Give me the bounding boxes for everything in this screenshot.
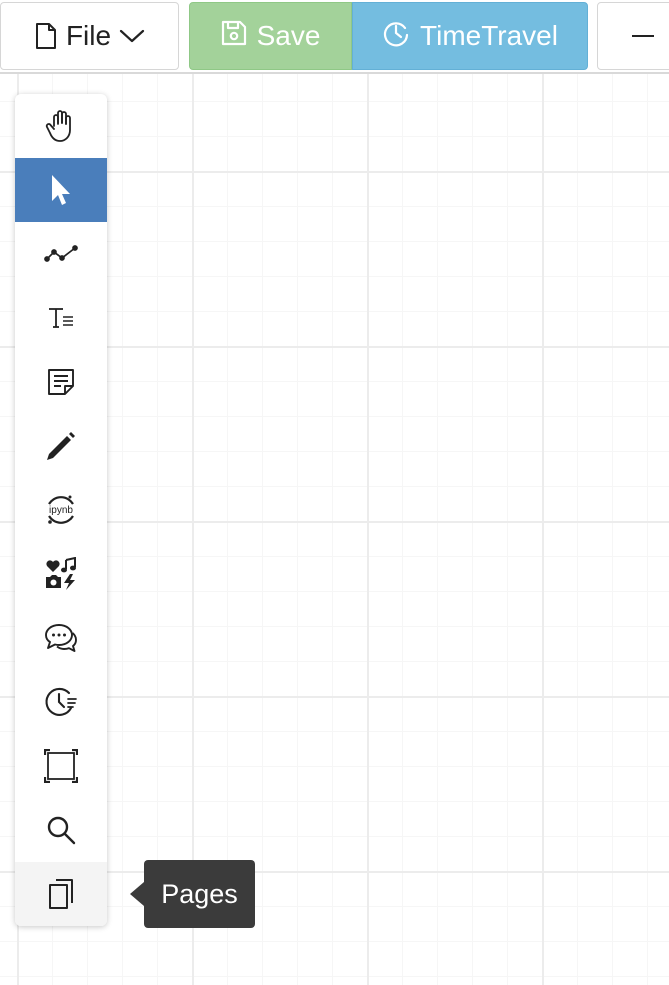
tool-palette: ipynb [15,94,107,926]
search-tool[interactable] [15,798,107,862]
frame-tool[interactable] [15,734,107,798]
connector-icon [44,244,78,264]
comment-icon [44,622,78,654]
pages-tool[interactable] [15,862,107,926]
zoom-out-button[interactable] [597,2,669,70]
hand-icon [45,109,77,143]
file-menu-button[interactable]: File [0,2,179,70]
minus-icon [632,35,654,37]
text-icon [47,306,75,330]
pages-tooltip: Pages [144,860,255,928]
save-label: Save [256,20,321,51]
history-tool[interactable] [15,670,107,734]
jupyter-tool[interactable]: ipynb [15,478,107,542]
file-icon [34,22,58,50]
file-menu-label: File [65,20,112,51]
pages-icon [47,878,75,910]
pencil-icon [45,430,77,462]
chevron-down-icon [119,28,145,44]
frame-icon [44,749,78,783]
pointer-icon [48,173,74,207]
hand-tool[interactable] [15,94,107,158]
clock-icon [382,19,410,54]
timetravel-button[interactable]: TimeTravel [352,2,588,70]
select-tool[interactable] [15,158,107,222]
note-icon [47,368,75,396]
pencil-tool[interactable] [15,414,107,478]
save-icon [221,20,247,53]
top-toolbar: File Save TimeTravel [0,0,669,74]
note-tool[interactable] [15,350,107,414]
connector-tool[interactable] [15,222,107,286]
comment-tool[interactable] [15,606,107,670]
history-icon [44,686,78,718]
media-icon [44,557,78,591]
timetravel-label: TimeTravel [420,20,558,51]
search-icon [46,815,76,845]
media-tool[interactable] [15,542,107,606]
text-tool[interactable] [15,286,107,350]
jupyter-label: ipynb [49,505,73,516]
jupyter-icon: ipynb [44,493,78,527]
save-button[interactable]: Save [189,2,352,70]
tooltip-arrow [130,882,144,906]
